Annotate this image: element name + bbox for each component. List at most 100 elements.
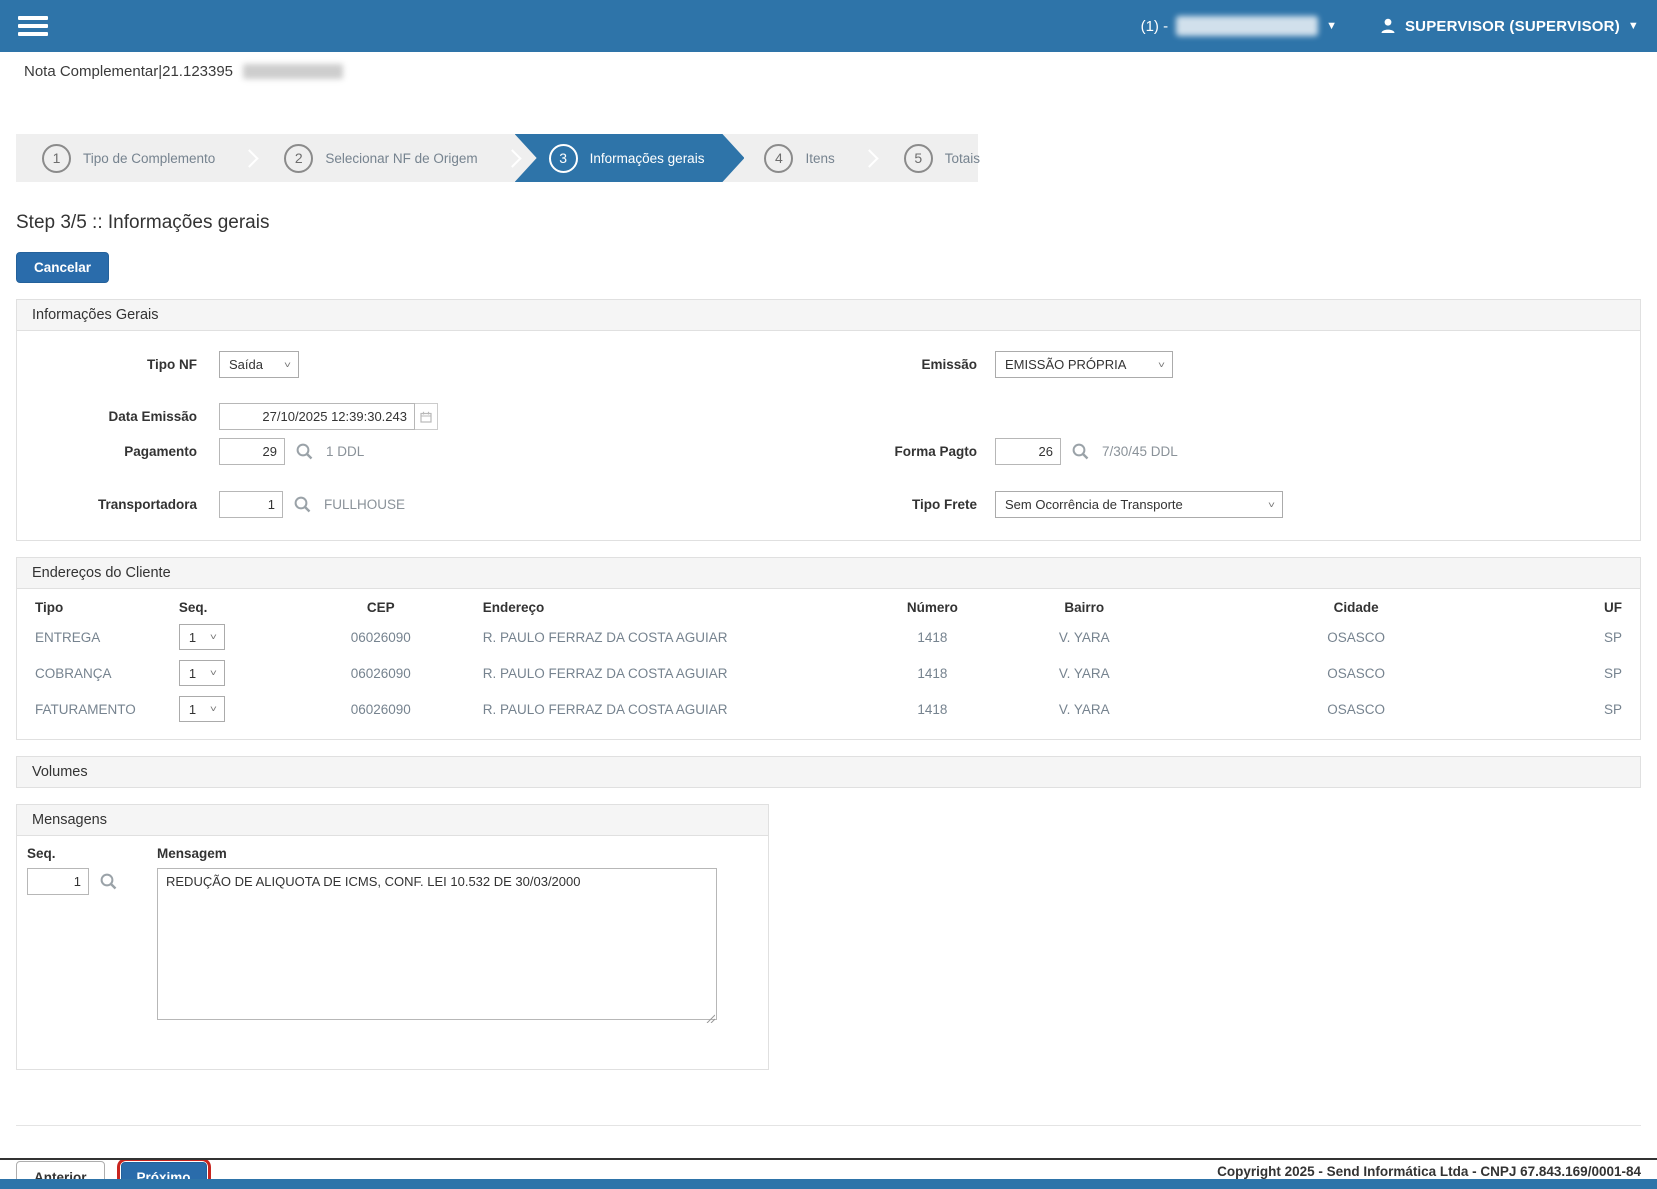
section-title: Volumes [17,757,1640,787]
pagamento-label: Pagamento [17,444,197,459]
resize-grip-icon[interactable] [705,1013,715,1023]
cell-bairro: V. YARA [988,619,1180,655]
seq-select[interactable]: 1 ˅ [179,660,225,686]
pagamento-input[interactable] [219,438,285,465]
col-header-tipo: Tipo [29,591,173,619]
chevron-down-icon: ˅ [1158,360,1165,370]
step-number: 2 [284,144,313,173]
cell-numero: 1418 [876,619,988,655]
pagamento-desc: 1 DDL [326,444,364,459]
cancel-button[interactable]: Cancelar [16,252,109,283]
step-number: 4 [764,144,793,173]
search-icon[interactable] [1071,442,1090,461]
tipo-nf-select[interactable]: Saída ˅ [219,351,299,378]
tipo-nf-label: Tipo NF [17,357,197,372]
forma-pagto-input[interactable] [995,438,1061,465]
transportadora-label: Transportadora [17,497,197,512]
emissao-label: Emissão [877,357,977,372]
company-prefix: (1) - [1141,18,1169,35]
data-emissao-label: Data Emissão [17,409,197,424]
table-row: ENTREGA 1 ˅ 06026090 R. PAULO FERRAZ DA … [29,619,1628,655]
cell-bairro: V. YARA [988,655,1180,691]
col-header-uf: UF [1532,591,1628,619]
data-emissao-input[interactable] [219,403,415,430]
step-number: 3 [549,144,578,173]
menu-icon[interactable] [18,12,48,40]
cell-tipo: COBRANÇA [29,655,173,691]
transportadora-desc: FULLHOUSE [324,497,405,512]
table-row: COBRANÇA 1 ˅ 06026090 R. PAULO FERRAZ DA… [29,655,1628,691]
cell-cidade: OSASCO [1180,655,1532,691]
redacted-client-name [243,64,343,79]
wizard-step-1[interactable]: 1 Tipo de Complemento [16,134,241,182]
bottom-accent-bar [0,1179,1657,1189]
step-label: Informações gerais [590,151,705,166]
wizard-step-3-active[interactable]: 3 Informações gerais [515,134,745,182]
mensagem-textarea[interactable]: REDUÇÃO DE ALIQUOTA DE ICMS, CONF. LEI 1… [157,868,717,1020]
cell-endereco: R. PAULO FERRAZ DA COSTA AGUIAR [477,655,877,691]
cell-cep: 06026090 [285,655,477,691]
cell-cidade: OSASCO [1180,691,1532,727]
chevron-down-icon: ˅ [210,632,217,642]
user-menu[interactable]: SUPERVISOR (SUPERVISOR) ▼ [1379,17,1639,35]
wizard-step-4[interactable]: 4 Itens [738,134,860,182]
section-informacoes-gerais: Informações Gerais Tipo NF Saída ˅ Emiss… [16,299,1641,541]
table-row: FATURAMENTO 1 ˅ 06026090 R. PAULO FERRAZ… [29,691,1628,727]
section-title: Mensagens [17,805,768,836]
forma-pagto-label: Forma Pagto [877,444,977,459]
col-header-numero: Número [876,591,988,619]
cell-tipo: ENTREGA [29,619,173,655]
col-header-endereco: Endereço [477,591,877,619]
seq-select[interactable]: 1 ˅ [179,624,225,650]
search-icon[interactable] [295,442,314,461]
wizard-step-5[interactable]: 5 Totais [878,134,1006,182]
top-navigation-bar: (1) - ▼ SUPERVISOR (SUPERVISOR) ▼ [0,0,1657,52]
search-icon[interactable] [293,495,312,514]
page-title: Step 3/5 :: Informações gerais [16,212,1641,234]
step-wizard: 1 Tipo de Complemento 2 Selecionar NF de… [16,134,978,182]
cell-endereco: R. PAULO FERRAZ DA COSTA AGUIAR [477,619,877,655]
col-header-seq: Seq. [173,591,285,619]
col-header-bairro: Bairro [988,591,1180,619]
chevron-down-icon: ˅ [210,704,217,714]
section-title: Endereços do Cliente [17,558,1640,589]
step-label: Selecionar NF de Origem [325,151,477,166]
col-header-cep: CEP [285,591,477,619]
section-mensagens: Mensagens Seq. Mensagem REDUÇÃO DE ALIQU… [16,804,769,1070]
col-header-cidade: Cidade [1180,591,1532,619]
mensagem-label: Mensagem [157,846,717,861]
caret-down-icon: ▼ [1326,20,1337,32]
forma-pagto-desc: 7/30/45 DDL [1102,444,1178,459]
section-title: Informações Gerais [17,300,1640,331]
tipo-frete-select[interactable]: Sem Ocorrência de Transporte ˅ [995,491,1283,518]
cell-bairro: V. YARA [988,691,1180,727]
step-label: Itens [805,151,834,166]
section-enderecos-cliente: Endereços do Cliente Tipo Seq. CEP Ender… [16,557,1641,740]
company-selector[interactable]: (1) - ▼ [1141,16,1337,36]
step-number: 5 [904,144,933,173]
step-label: Tipo de Complemento [83,151,215,166]
breadcrumb: Nota Complementar|21.123395 [24,63,233,80]
enderecos-table: Tipo Seq. CEP Endereço Número Bairro Cid… [29,591,1628,727]
seq-select[interactable]: 1 ˅ [179,696,225,722]
cell-cidade: OSASCO [1180,619,1532,655]
emissao-select[interactable]: EMISSÃO PRÓPRIA ˅ [995,351,1173,378]
transportadora-input[interactable] [219,491,283,518]
section-divider [16,1125,1641,1126]
copyright-text: Copyright 2025 - Send Informática Ltda -… [1217,1164,1641,1179]
cell-tipo: FATURAMENTO [29,691,173,727]
seq-label: Seq. [27,846,157,861]
chevron-down-icon: ˅ [284,360,291,370]
wizard-step-2[interactable]: 2 Selecionar NF de Origem [258,134,503,182]
step-separator-chevron-icon [503,149,521,167]
footer-divider [0,1158,1657,1160]
step-number: 1 [42,144,71,173]
step-separator-chevron-icon [860,149,878,167]
user-icon [1379,17,1397,35]
search-icon[interactable] [99,872,118,891]
mensagem-seq-input[interactable] [27,868,89,895]
caret-down-icon: ▼ [1628,20,1639,32]
calendar-icon[interactable] [415,403,438,430]
cell-uf: SP [1532,691,1628,727]
step-separator-chevron-icon [241,149,259,167]
